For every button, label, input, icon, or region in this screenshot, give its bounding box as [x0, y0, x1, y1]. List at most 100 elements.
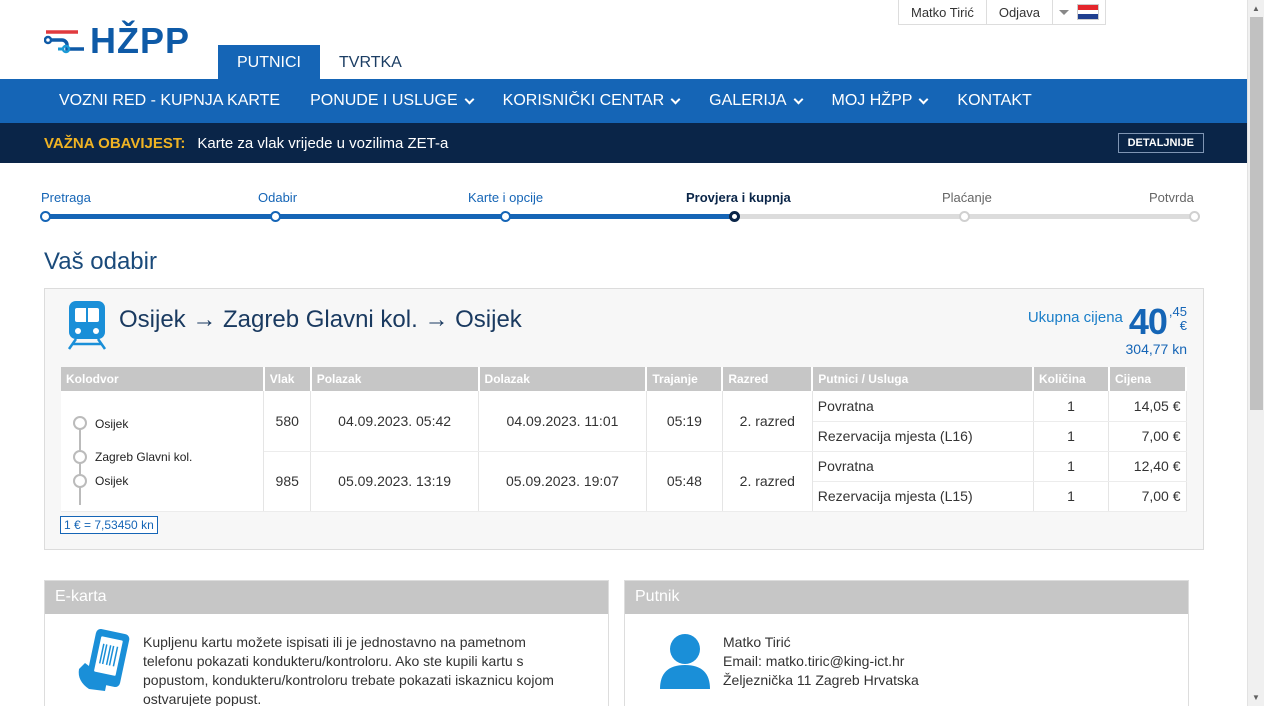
station-name: Osijek	[95, 417, 129, 431]
passenger-details: Matko Tirić Email: matko.tiric@king-ict.…	[723, 633, 919, 690]
nav-vozni-red[interactable]: VOZNI RED - KUPNJA KARTE	[44, 79, 295, 123]
col-header: Vlak	[263, 367, 312, 391]
tab-putnici[interactable]: PUTNICI	[218, 45, 320, 79]
table-row: Osijek Zagreb Glavni kol. Osijek 580 04.…	[61, 391, 1187, 512]
total-label: Ukupna cijena	[1027, 309, 1123, 326]
user-icon	[658, 633, 712, 694]
arrival: 04.09.2023. 11:01	[478, 391, 647, 452]
notice-label: VAŽNA OBAVIJEST:	[44, 134, 186, 152]
logo-mark-icon	[43, 23, 94, 59]
step-dot-current	[729, 211, 740, 222]
passenger-name: Matko Tirić	[723, 634, 791, 650]
nav-label: KORISNIČKI CENTAR	[502, 92, 665, 109]
service-name: Rezervacija mjesta (L16)	[812, 421, 1034, 452]
step-odabir[interactable]: Odabir	[258, 190, 297, 205]
duration: 05:48	[646, 451, 723, 512]
ekarta-card: E-karta Kupljenu kartu možete ispisati i…	[44, 580, 609, 706]
col-header: Polazak	[310, 367, 480, 391]
logout-link[interactable]: Odjava	[987, 0, 1054, 24]
scroll-thumb[interactable]	[1250, 17, 1263, 410]
phone-ticket-icon	[75, 628, 135, 698]
col-header: Cijena	[1108, 367, 1188, 391]
nav-kontakt[interactable]: KONTAKT	[942, 79, 1046, 123]
station-name: Osijek	[95, 474, 129, 488]
step-pretraga[interactable]: Pretraga	[41, 190, 91, 205]
station-name: Zagreb Glavni kol.	[95, 450, 193, 464]
nav-label: KONTAKT	[957, 92, 1032, 109]
step-dot	[959, 211, 970, 222]
page-title: Vaš odabir	[44, 248, 157, 275]
service-price: 7,00 €	[1108, 421, 1187, 452]
nav-label: GALERIJA	[709, 92, 787, 109]
ekarta-title: E-karta	[45, 581, 608, 614]
nav-label: MOJ HŽPP	[831, 92, 913, 109]
step-potvrda: Potvrda	[1149, 190, 1194, 205]
train-number: 985	[263, 451, 312, 512]
chevron-down-icon	[670, 94, 681, 104]
departure: 04.09.2023. 05:42	[310, 391, 480, 452]
service-name: Rezervacija mjesta (L15)	[812, 481, 1034, 512]
putnik-title: Putnik	[625, 581, 1188, 614]
logo-text: HŽPP	[90, 20, 191, 61]
service-qty: 1	[1033, 391, 1110, 422]
service-price: 14,05 €	[1108, 391, 1187, 422]
departure: 05.09.2023. 13:19	[310, 451, 480, 512]
notice-message[interactable]: Karte za vlak vrijede u vozilima ZET-a	[197, 135, 448, 152]
class: 2. razred	[722, 451, 813, 512]
hzpp-logo[interactable]: HŽPP	[43, 20, 191, 62]
train-icon	[66, 299, 108, 356]
col-header: Razred	[722, 367, 814, 391]
nav-label: PONUDE I USLUGE	[310, 92, 458, 109]
chevron-down-icon	[793, 94, 803, 104]
step-placanje: Plaćanje	[942, 190, 992, 205]
croatian-flag-icon	[1077, 4, 1100, 20]
total-currency: €	[1179, 318, 1187, 333]
notice-bar: VAŽNA OBAVIJEST: Karte za vlak vrijede u…	[0, 123, 1247, 163]
step-provjera: Provjera i kupnja	[686, 190, 791, 205]
col-header: Trajanje	[646, 367, 724, 391]
passenger-address: Željeznička 11 Zagreb Hrvatska	[723, 672, 919, 688]
total-price: Ukupna cijena 40 ,45 € 304,77 kn	[1027, 303, 1188, 358]
nav-label: VOZNI RED - KUPNJA KARTE	[59, 92, 281, 109]
class: 2. razred	[722, 391, 813, 452]
main-nav: VOZNI RED - KUPNJA KARTE PONUDE I USLUGE…	[0, 79, 1247, 123]
nav-ponude[interactable]: PONUDE I USLUGE	[295, 79, 488, 123]
total-decimals: ,45	[1168, 304, 1187, 319]
chevron-down-icon	[918, 94, 929, 104]
stations-cell: Osijek Zagreb Glavni kol. Osijek	[61, 391, 265, 512]
user-name-link[interactable]: Matko Tirić	[899, 0, 987, 24]
col-header: Količina	[1033, 367, 1110, 391]
service-price: 7,00 €	[1108, 481, 1187, 512]
language-selector[interactable]	[1053, 0, 1105, 24]
step-dot	[270, 211, 281, 222]
service-qty: 1	[1033, 421, 1110, 452]
service-price: 12,40 €	[1108, 451, 1187, 482]
step-dot	[500, 211, 511, 222]
vertical-scrollbar[interactable]: ▲ ▼	[1247, 0, 1264, 706]
station-marker-icon	[73, 416, 87, 430]
page: HŽPP PUTNICI TVRTKA Matko Tirić Odjava V…	[0, 0, 1247, 706]
service-qty: 1	[1033, 451, 1110, 482]
scroll-up-icon[interactable]: ▲	[1248, 0, 1264, 17]
progress-steps: Pretraga Odabir Karte i opcije Provjera …	[0, 163, 1247, 233]
details-button[interactable]: DETALJNIJE	[1117, 133, 1204, 153]
table-header: Kolodvor Vlak Polazak Dolazak Trajanje R…	[61, 367, 1188, 391]
nav-korisnicki-centar[interactable]: KORISNIČKI CENTAR	[488, 79, 695, 123]
col-header: Dolazak	[478, 367, 648, 391]
col-header: Putnici / Usluga	[812, 367, 1035, 391]
total-kn: 304,77 kn	[1125, 341, 1188, 357]
tab-tvrtka[interactable]: TVRTKA	[320, 45, 421, 79]
caret-down-icon	[1059, 9, 1070, 15]
selection-summary: Osijek → Zagreb Glavni kol. → Osijek Uku…	[44, 288, 1204, 550]
station-marker-icon	[73, 474, 87, 488]
route-title: Osijek → Zagreb Glavni kol. → Osijek	[119, 306, 522, 333]
nav-galerija[interactable]: GALERIJA	[694, 79, 816, 123]
chevron-down-icon	[464, 94, 475, 104]
nav-moj-hzpp[interactable]: MOJ HŽPP	[817, 79, 943, 123]
scroll-down-icon[interactable]: ▼	[1248, 689, 1264, 706]
service-name: Povratna	[812, 391, 1034, 422]
duration: 05:19	[646, 391, 723, 452]
step-karte-opcije[interactable]: Karte i opcije	[468, 190, 543, 205]
station-marker-icon	[73, 450, 87, 464]
service-name: Povratna	[812, 451, 1034, 482]
